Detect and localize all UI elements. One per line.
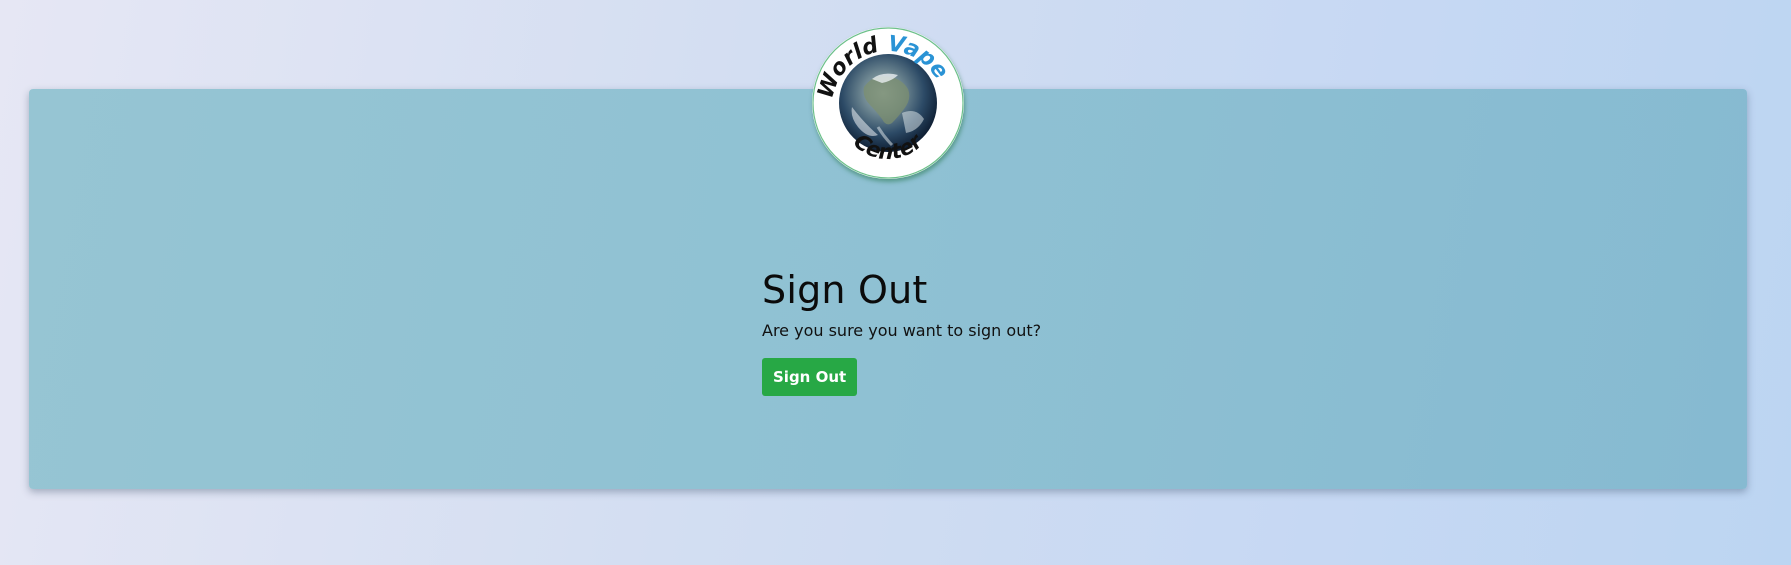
sign-out-button[interactable]: Sign Out xyxy=(762,358,858,396)
signout-content: Sign Out Are you sure you want to sign o… xyxy=(762,266,1162,396)
world-vape-center-logo: World Vape Center xyxy=(812,27,964,179)
page-title: Sign Out xyxy=(762,268,928,312)
confirmation-text: Are you sure you want to sign out? xyxy=(762,321,1042,340)
logo-graphic: World Vape Center xyxy=(812,27,964,179)
